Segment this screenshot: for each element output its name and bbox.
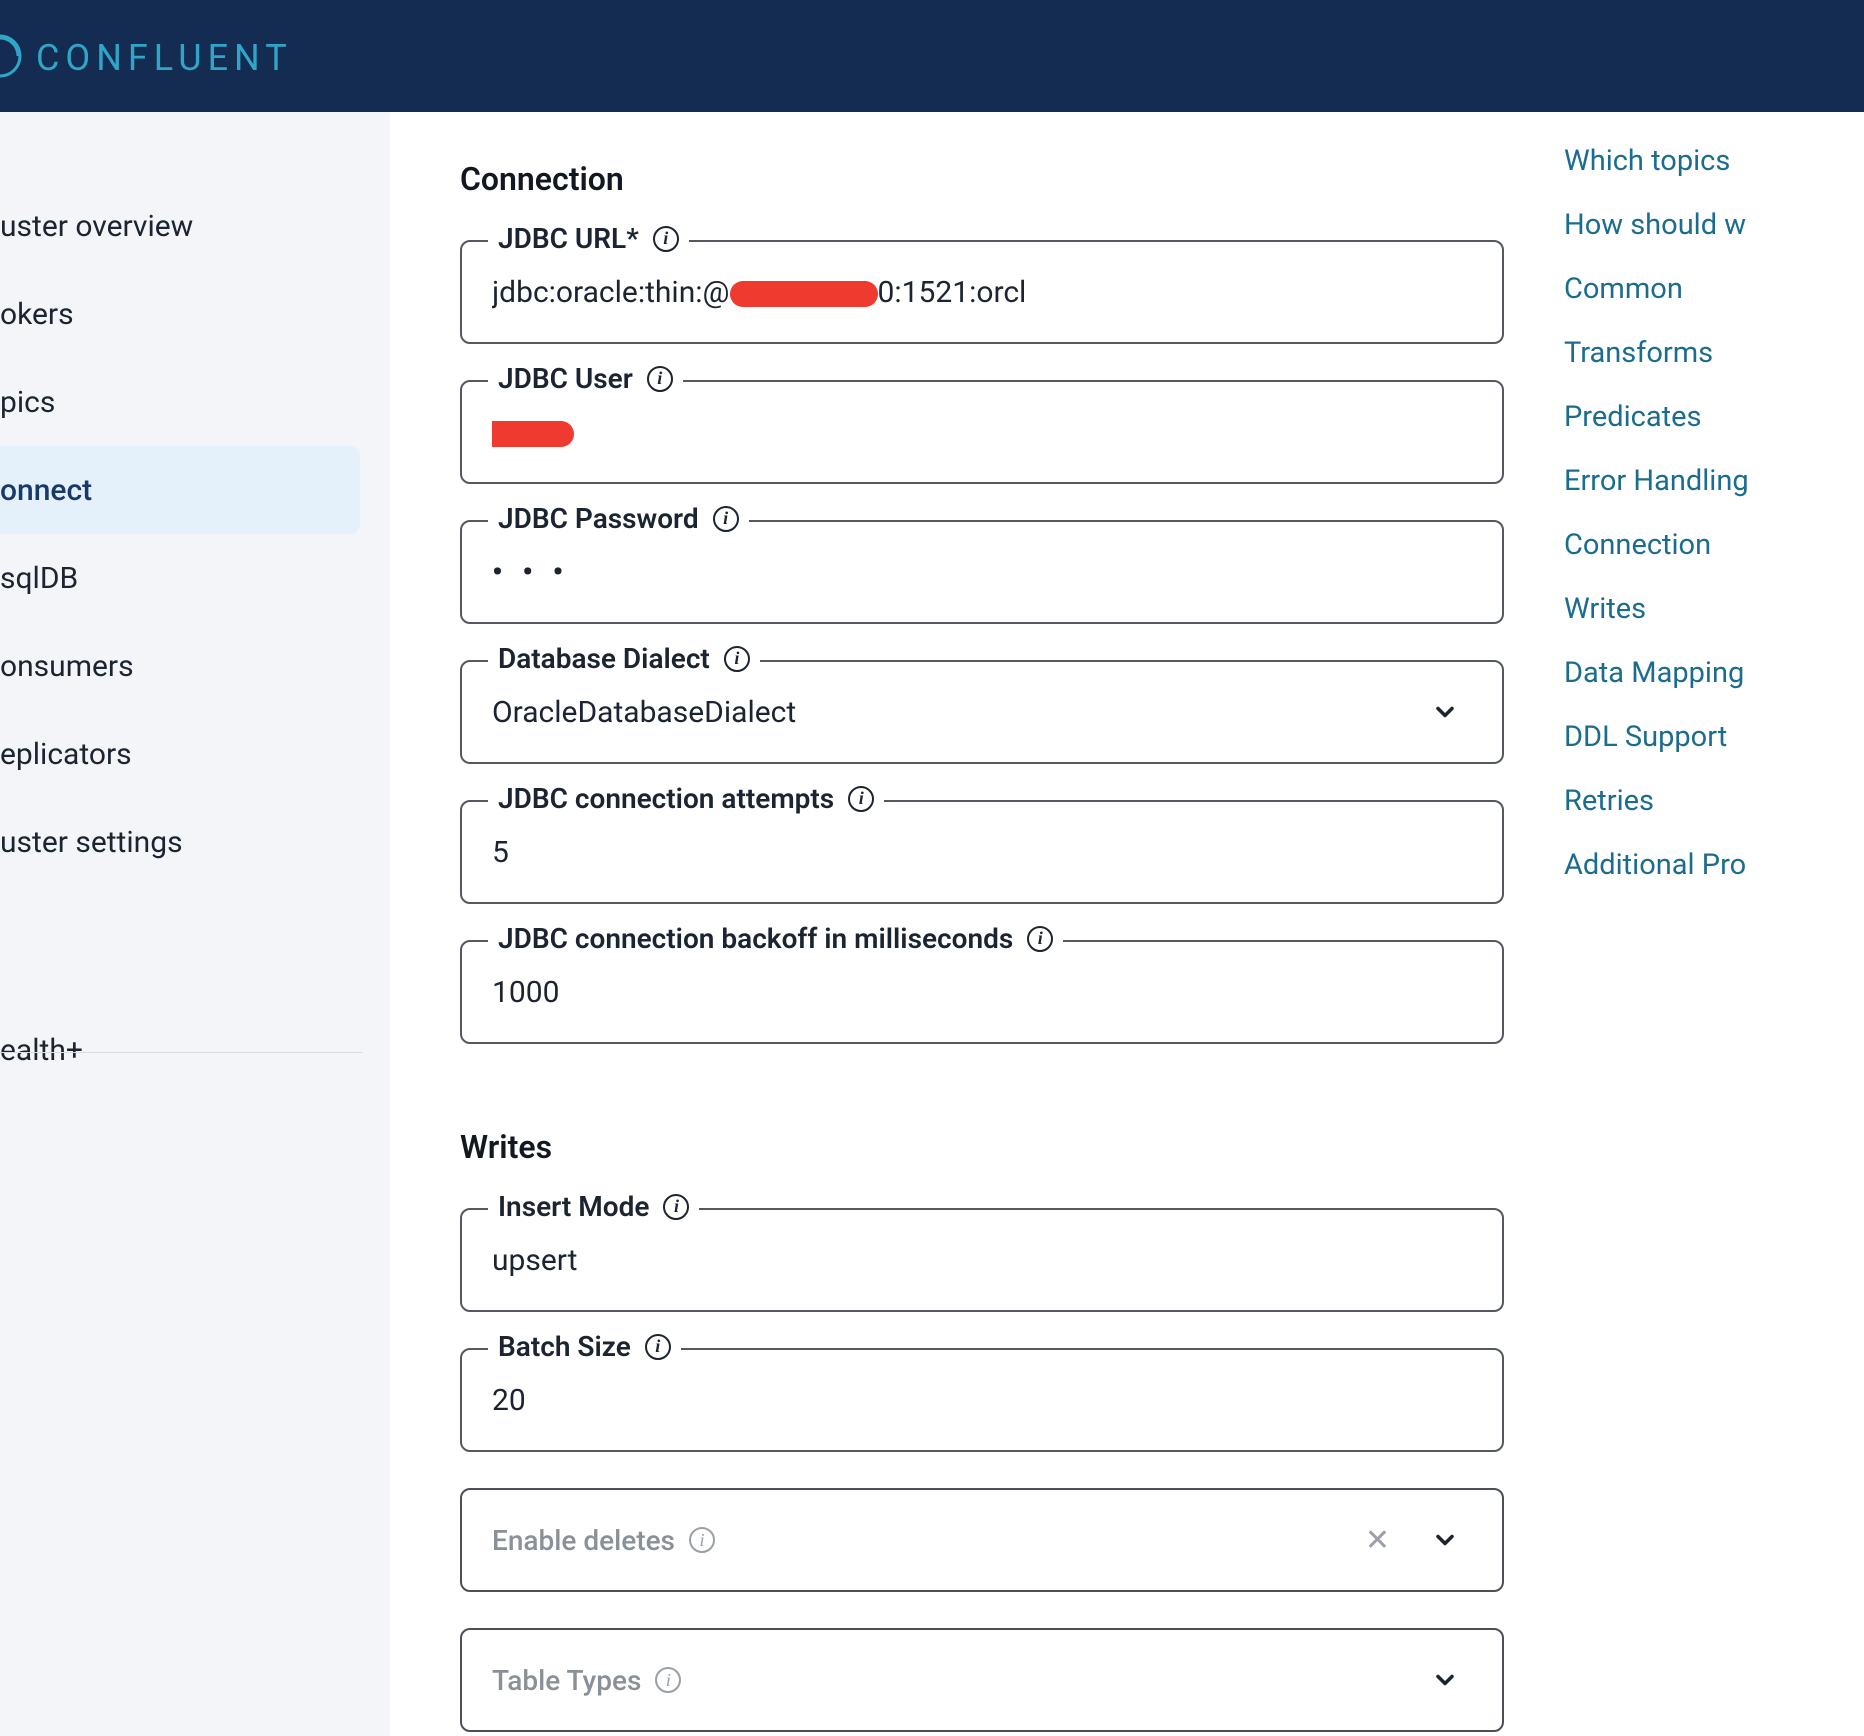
info-icon[interactable]: i xyxy=(645,1334,671,1360)
info-icon[interactable]: i xyxy=(653,226,679,252)
section-title-writes: Writes xyxy=(460,1128,1504,1166)
rightnav-link[interactable]: Additional Pro xyxy=(1564,848,1864,882)
field-insert-mode[interactable]: Insert Mode i upsert xyxy=(460,1208,1504,1312)
field-label: Batch Size xyxy=(498,1330,631,1363)
field-connection-backoff[interactable]: JDBC connection backoff in milliseconds … xyxy=(460,940,1504,1044)
sidebar-item-consumers[interactable]: onsumers xyxy=(0,622,390,710)
field-label: Table Types xyxy=(492,1664,641,1697)
chevron-down-icon[interactable] xyxy=(1430,1665,1460,1695)
brand[interactable]: CONFLUENT xyxy=(0,32,293,80)
field-label: JDBC connection attempts xyxy=(498,782,834,815)
field-jdbc-user[interactable]: JDBC User i xyxy=(460,380,1504,484)
sidebar-item-brokers[interactable]: okers xyxy=(0,270,390,358)
field-jdbc-url[interactable]: JDBC URL* i jdbc:oracle:thin:@0:1521:orc… xyxy=(460,240,1504,344)
sidebar-item-cluster-overview[interactable]: uster overview xyxy=(0,182,390,270)
clear-icon[interactable]: ✕ xyxy=(1365,1523,1390,1558)
chevron-down-icon[interactable] xyxy=(1430,1525,1460,1555)
redacted-text xyxy=(730,281,878,307)
rightnav-link[interactable]: Predicates xyxy=(1564,400,1864,434)
confluent-logo-icon xyxy=(0,32,24,80)
sidebar-item-cluster-settings[interactable]: uster settings xyxy=(0,798,390,886)
rightnav-link[interactable]: Error Handling xyxy=(1564,464,1864,498)
field-connection-attempts[interactable]: JDBC connection attempts i 5 xyxy=(460,800,1504,904)
field-value: OracleDatabaseDialect xyxy=(492,695,796,730)
field-value: upsert xyxy=(492,1243,578,1278)
right-nav: Which topics How should w Common Transfo… xyxy=(1564,112,1864,1736)
field-label: JDBC connection backoff in milliseconds xyxy=(498,922,1013,955)
info-icon[interactable]: i xyxy=(689,1527,715,1553)
sidebar-item-connect[interactable]: onnect xyxy=(0,446,360,534)
field-jdbc-password[interactable]: JDBC Password i • • • xyxy=(460,520,1504,624)
field-value: 1000 xyxy=(492,975,559,1010)
info-icon[interactable]: i xyxy=(663,1194,689,1220)
rightnav-link[interactable]: Which topics xyxy=(1564,144,1864,178)
rightnav-link[interactable]: DDL Support xyxy=(1564,720,1864,754)
field-value: 5 xyxy=(492,835,509,870)
sidebar-item-topics[interactable]: pics xyxy=(0,358,390,446)
field-value: • • • xyxy=(492,555,569,590)
rightnav-link[interactable]: Retries xyxy=(1564,784,1864,818)
rightnav-link[interactable]: Data Mapping xyxy=(1564,656,1864,690)
sidebar-item-health[interactable]: ealth+ xyxy=(0,1006,390,1094)
rightnav-link[interactable]: Common xyxy=(1564,272,1864,306)
field-value: jdbc:oracle:thin:@0:1521:orcl xyxy=(492,275,1026,310)
field-value: 20 xyxy=(492,1383,526,1418)
rightnav-link[interactable]: Connection xyxy=(1564,528,1864,562)
sidebar-item-ksqldb[interactable]: sqlDB xyxy=(0,534,390,622)
info-icon[interactable]: i xyxy=(1027,926,1053,952)
info-icon[interactable]: i xyxy=(647,366,673,392)
field-batch-size[interactable]: Batch Size i 20 xyxy=(460,1348,1504,1452)
section-title-connection: Connection xyxy=(460,160,1504,198)
field-label: Enable deletes xyxy=(492,1524,675,1557)
field-label: JDBC URL* xyxy=(498,222,639,255)
sidebar: uster overview okers pics onnect sqlDB o… xyxy=(0,112,390,1736)
field-table-types[interactable]: Table Types i xyxy=(460,1628,1504,1732)
chevron-down-icon[interactable] xyxy=(1430,697,1460,727)
rightnav-link[interactable]: Writes xyxy=(1564,592,1864,626)
redacted-text xyxy=(492,421,574,447)
field-label: JDBC Password xyxy=(498,502,699,535)
app-header: CONFLUENT xyxy=(0,0,1864,112)
field-database-dialect[interactable]: Database Dialect i OracleDatabaseDialect xyxy=(460,660,1504,764)
rightnav-link[interactable]: Transforms xyxy=(1564,336,1864,370)
field-enable-deletes[interactable]: Enable deletes i ✕ xyxy=(460,1488,1504,1592)
info-icon[interactable]: i xyxy=(713,506,739,532)
field-value xyxy=(492,415,574,450)
info-icon[interactable]: i xyxy=(848,786,874,812)
rightnav-link[interactable]: How should w xyxy=(1564,208,1864,242)
field-label: Database Dialect xyxy=(498,642,710,675)
info-icon[interactable]: i xyxy=(655,1667,681,1693)
form-main: Connection JDBC URL* i jdbc:oracle:thin:… xyxy=(390,112,1564,1736)
field-label: Insert Mode xyxy=(498,1190,649,1223)
sidebar-item-replicators[interactable]: eplicators xyxy=(0,710,390,798)
field-label: JDBC User xyxy=(498,362,633,395)
brand-text: CONFLUENT xyxy=(36,33,293,79)
info-icon[interactable]: i xyxy=(724,646,750,672)
